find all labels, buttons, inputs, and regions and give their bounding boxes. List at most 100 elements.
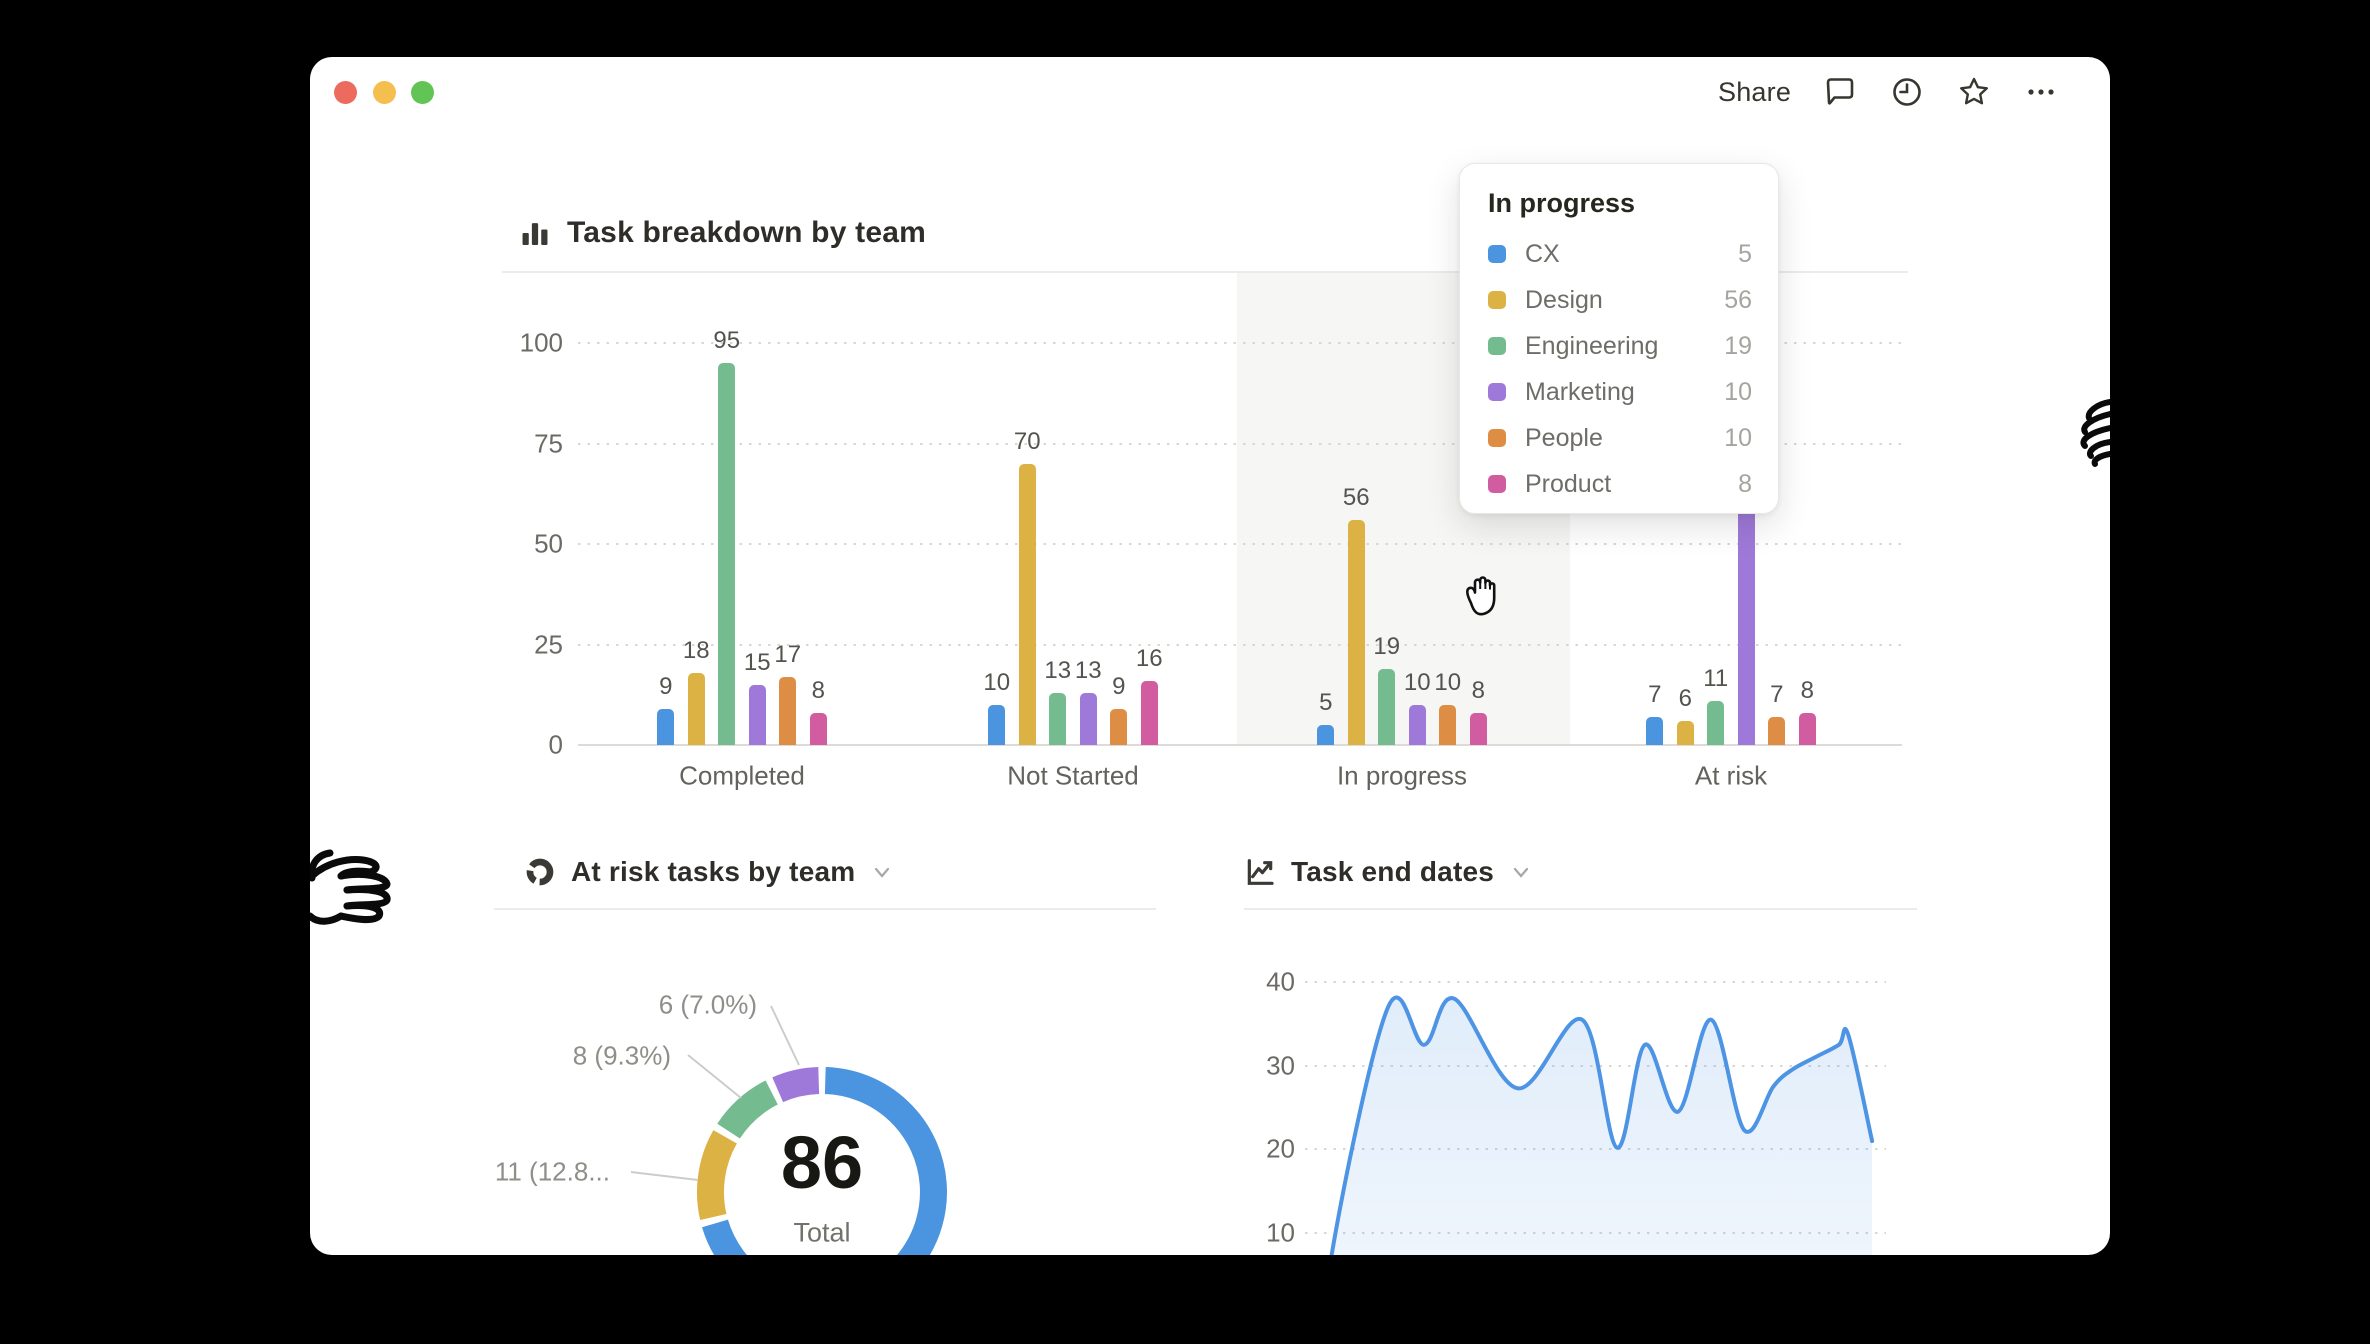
bar-product-at-risk[interactable]	[1799, 713, 1816, 745]
bar-engineering-not-started[interactable]	[1049, 693, 1066, 745]
star-icon[interactable]	[1956, 74, 1992, 110]
bar-value-label: 16	[1136, 645, 1163, 673]
bar-value-label: 10	[1404, 669, 1431, 697]
legend-swatch	[1488, 475, 1506, 493]
donut-callout-lines	[590, 987, 830, 1187]
tooltip-team-label: Engineering	[1525, 332, 1724, 361]
tooltip-team-value: 10	[1724, 424, 1752, 453]
hand-doodle-left	[310, 845, 412, 947]
tooltip-team-label: Product	[1525, 470, 1738, 499]
bar-product-in-progress[interactable]	[1470, 713, 1487, 745]
y-tick-label: 30	[1215, 1050, 1295, 1081]
y-tick-label: 10	[1215, 1218, 1295, 1249]
chevron-down-icon[interactable]	[1509, 860, 1533, 884]
bar-marketing-in-progress[interactable]	[1409, 705, 1426, 745]
desktop-background: Share Task breakdo	[0, 0, 2370, 1344]
divider	[1244, 908, 1917, 910]
chart-title-text: Task end dates	[1291, 856, 1494, 888]
bar-cx-at-risk[interactable]	[1646, 717, 1663, 745]
bar-value-label: 5	[1319, 689, 1332, 717]
bar-cx-completed[interactable]	[657, 709, 674, 745]
bar-people-completed[interactable]	[779, 677, 796, 745]
bar-cx-not-started[interactable]	[988, 705, 1005, 745]
bar-marketing-not-started[interactable]	[1080, 693, 1097, 745]
share-button[interactable]: Share	[1718, 77, 1791, 108]
chart-title-task-breakdown[interactable]: Task breakdown by team	[518, 209, 926, 257]
legend-swatch	[1488, 245, 1506, 263]
tooltip-team-label: People	[1525, 424, 1724, 453]
bar-value-label: 11	[1703, 665, 1728, 693]
hand-cursor	[1460, 573, 1506, 625]
legend-swatch	[1488, 337, 1506, 355]
bar-design-in-progress[interactable]	[1348, 520, 1365, 745]
chevron-down-icon[interactable]	[870, 860, 894, 884]
x-category-label: In progress	[1337, 761, 1467, 792]
x-category-label: Completed	[679, 761, 805, 792]
tooltip-row: People 10	[1486, 415, 1752, 461]
bar-engineering-in-progress[interactable]	[1378, 669, 1395, 745]
clock-icon[interactable]	[1889, 74, 1925, 110]
bar-people-in-progress[interactable]	[1439, 705, 1456, 745]
bar-product-not-started[interactable]	[1141, 681, 1158, 745]
tooltip-team-label: CX	[1525, 240, 1738, 269]
bar-value-label: 56	[1343, 484, 1370, 512]
bar-value-label: 7	[1648, 681, 1661, 709]
tooltip-team-value: 19	[1724, 332, 1752, 361]
legend-swatch	[1488, 429, 1506, 447]
bar-product-completed[interactable]	[810, 713, 827, 745]
bar-value-label: 7	[1770, 681, 1783, 709]
topbar-actions: Share	[1718, 67, 2059, 117]
tooltip-row: Marketing 10	[1486, 369, 1752, 415]
bar-value-label: 13	[1075, 657, 1102, 685]
chart-title-end-dates[interactable]: Task end dates	[1244, 849, 1533, 895]
x-axis-line	[578, 744, 1902, 746]
bar-marketing-completed[interactable]	[749, 685, 766, 745]
donut-chart-icon	[524, 856, 556, 888]
tooltip-team-value: 5	[1738, 240, 1752, 269]
traffic-light-close[interactable]	[334, 81, 357, 104]
bar-cx-in-progress[interactable]	[1317, 725, 1334, 745]
traffic-light-zoom[interactable]	[411, 81, 434, 104]
bar-value-label: 18	[683, 637, 710, 665]
y-tick-label: 75	[483, 428, 563, 459]
hand-doodle-right	[2067, 392, 2110, 476]
area-chart-plot[interactable]	[1300, 937, 1910, 1255]
tooltip-row: Product 8	[1486, 461, 1752, 507]
x-category-label: Not Started	[1007, 761, 1139, 792]
bar-marketing-at-risk[interactable]	[1738, 488, 1755, 745]
chart-title-text: Task breakdown by team	[567, 216, 926, 250]
chart-title-at-risk[interactable]: At risk tasks by team	[524, 849, 894, 895]
y-tick-label: 25	[483, 629, 563, 660]
bar-value-label: 8	[812, 677, 825, 705]
bar-chart-icon	[518, 216, 552, 250]
bar-value-label: 9	[1112, 673, 1125, 701]
more-icon[interactable]	[2023, 74, 2059, 110]
tooltip-team-value: 8	[1738, 470, 1752, 499]
bar-design-not-started[interactable]	[1019, 464, 1036, 745]
legend-swatch	[1488, 383, 1506, 401]
bar-people-at-risk[interactable]	[1768, 717, 1785, 745]
tooltip-team-label: Marketing	[1525, 378, 1724, 407]
bar-people-not-started[interactable]	[1110, 709, 1127, 745]
y-tick-label: 0	[483, 730, 563, 761]
tooltip-row: Engineering 19	[1486, 323, 1752, 369]
bar-design-at-risk[interactable]	[1677, 721, 1694, 745]
y-tick-label: 20	[1215, 1134, 1295, 1165]
line-chart-icon	[1244, 856, 1276, 888]
bar-engineering-completed[interactable]	[718, 363, 735, 745]
app-window: Share Task breakdo	[310, 57, 2110, 1255]
tooltip-row: CX 5	[1486, 231, 1752, 277]
x-category-label: At risk	[1695, 761, 1767, 792]
bar-design-completed[interactable]	[688, 673, 705, 745]
bar-value-label: 10	[1434, 669, 1461, 697]
traffic-light-minimize[interactable]	[373, 81, 396, 104]
bar-value-label: 8	[1801, 677, 1814, 705]
tooltip-row: Design 56	[1486, 277, 1752, 323]
y-tick-label: 40	[1215, 967, 1295, 998]
chart-tooltip: In progress CX 5 Design 56 Engineering 1…	[1459, 163, 1779, 514]
bar-value-label: 8	[1472, 677, 1485, 705]
comment-icon[interactable]	[1822, 74, 1858, 110]
bar-engineering-at-risk[interactable]	[1707, 701, 1724, 745]
tooltip-team-value: 10	[1724, 378, 1752, 407]
chart-title-text: At risk tasks by team	[571, 856, 855, 888]
